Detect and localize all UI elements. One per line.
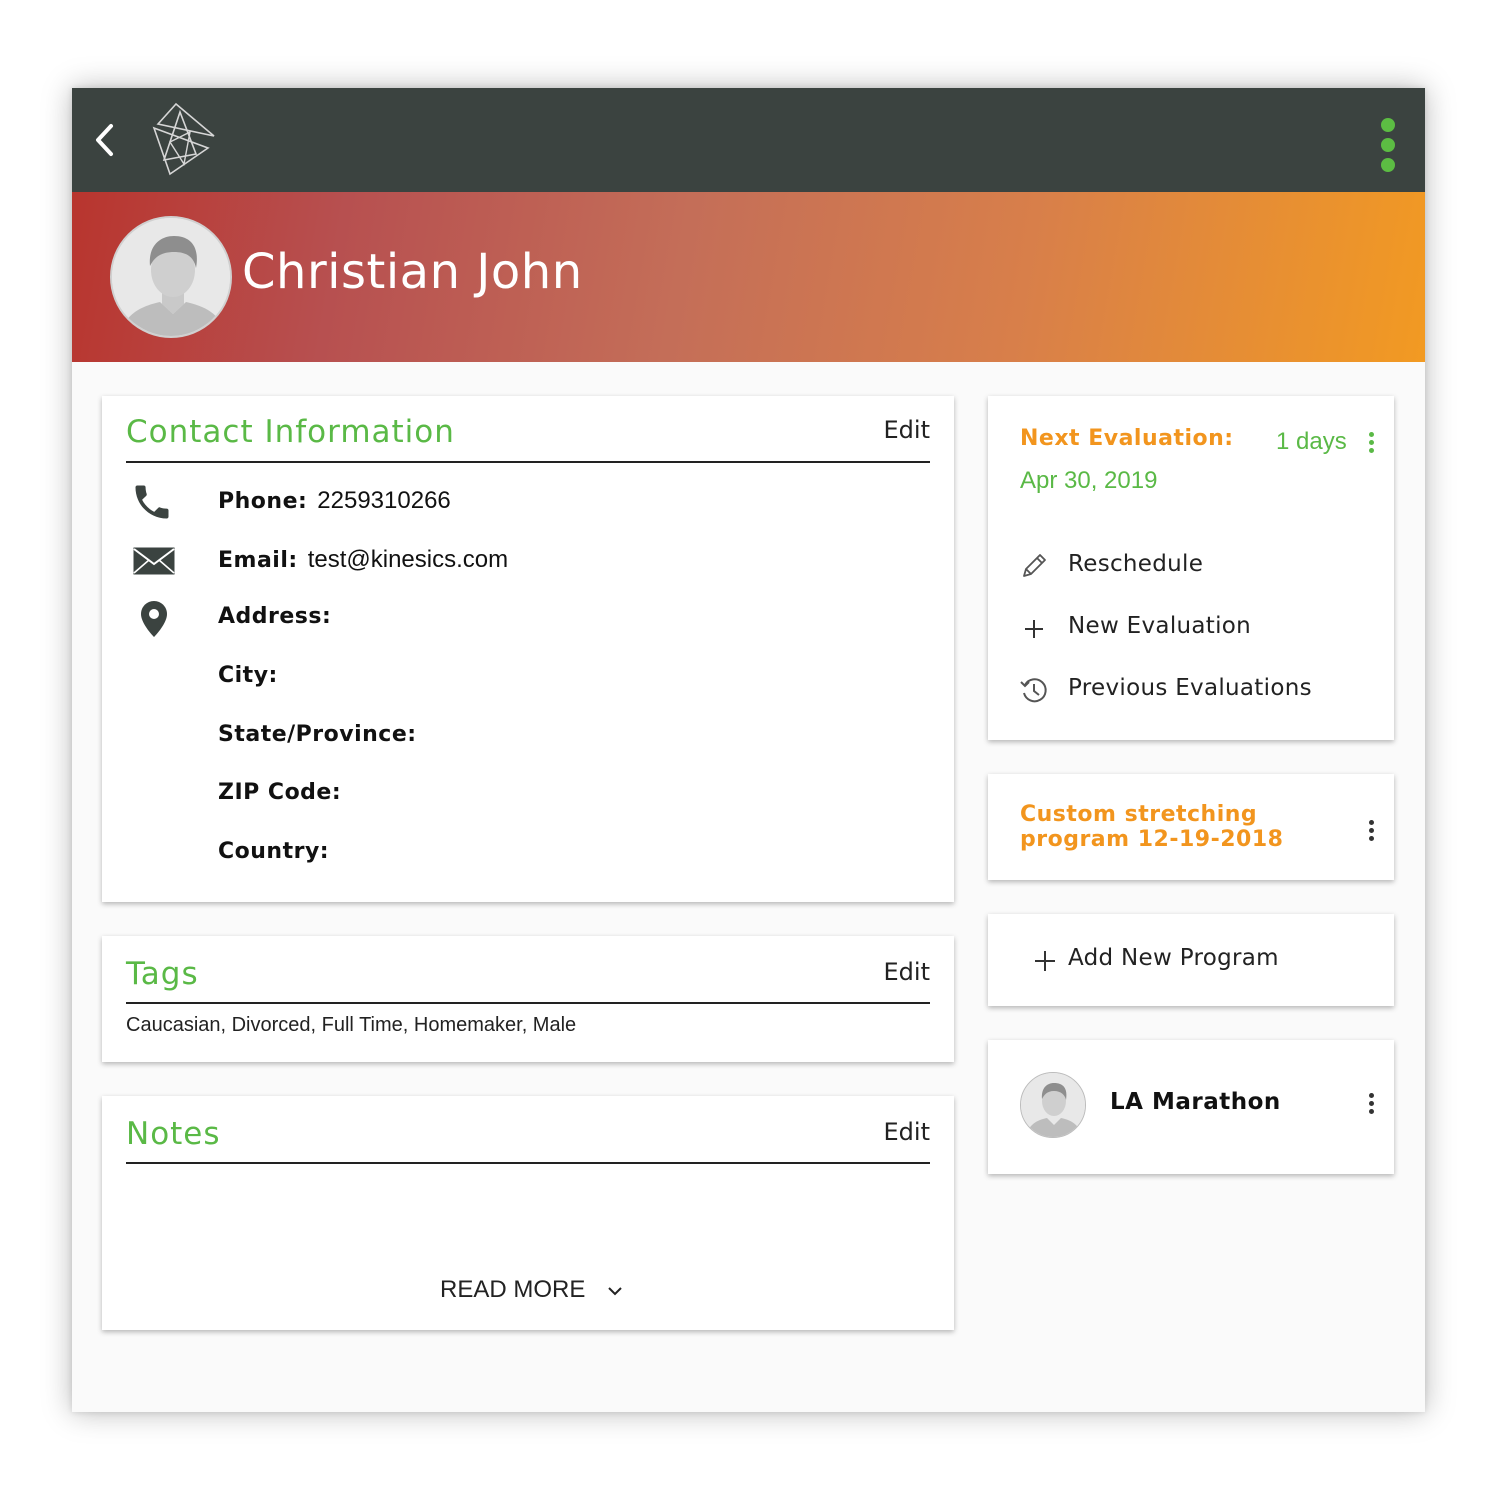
plus-icon xyxy=(1035,951,1055,971)
email-value: test@kinesics.com xyxy=(307,546,509,573)
country-label: Country: xyxy=(218,839,330,864)
phone-icon xyxy=(130,480,174,528)
new-evaluation-button[interactable]: New Evaluation xyxy=(1018,608,1358,648)
chevron-left-icon[interactable] xyxy=(84,118,128,162)
divider xyxy=(126,461,930,463)
evaluation-date: Apr 30, 2019 xyxy=(1020,467,1158,494)
reschedule-button[interactable]: Reschedule xyxy=(1018,546,1358,586)
patient-banner: Christian John xyxy=(72,192,1425,362)
email-label: Email: xyxy=(218,548,298,573)
pencil-icon xyxy=(1023,554,1046,577)
envelope-icon xyxy=(132,546,176,580)
notes-card-title: Notes xyxy=(126,1116,221,1152)
user-avatar-icon xyxy=(1020,1072,1086,1138)
history-icon xyxy=(1020,678,1047,703)
next-evaluation-label: Next Evaluation: xyxy=(1020,426,1234,451)
tags-card: Tags Edit Caucasian, Divorced, Full Time… xyxy=(102,936,954,1062)
kebab-menu-icon[interactable] xyxy=(1375,116,1401,174)
program-title: Custom stretching program 12-19-2018 xyxy=(1020,802,1284,852)
address-row: Address: xyxy=(218,604,331,629)
city-row: City: xyxy=(218,663,278,688)
zip-row: ZIP Code: xyxy=(218,780,341,805)
state-label: State/Province: xyxy=(218,722,417,747)
evaluation-card: Next Evaluation: 1 days Apr 30, 2019 Res… xyxy=(988,396,1394,740)
triangles-logo-icon xyxy=(150,102,216,178)
add-program-card[interactable]: Add New Program xyxy=(988,914,1394,1006)
goal-card[interactable]: LA Marathon xyxy=(988,1040,1394,1174)
evaluation-days: 1 days xyxy=(1276,428,1347,455)
contact-card-title: Contact Information xyxy=(126,414,455,450)
plus-icon xyxy=(1025,620,1043,638)
location-pin-icon xyxy=(140,600,168,642)
country-row: Country: xyxy=(218,839,329,864)
add-new-program-label: Add New Program xyxy=(1068,945,1279,971)
phone-label: Phone: xyxy=(218,489,308,514)
contact-edit-button[interactable]: Edit xyxy=(884,416,930,444)
top-bar xyxy=(72,88,1425,192)
previous-evaluations-label: Previous Evaluations xyxy=(1068,675,1312,701)
user-avatar-icon xyxy=(110,216,232,338)
goal-menu-icon[interactable] xyxy=(1362,1091,1382,1117)
new-evaluation-label: New Evaluation xyxy=(1068,613,1252,639)
state-row: State/Province: xyxy=(218,722,417,747)
contact-card: Contact Information Edit Phone: 225931026… xyxy=(102,396,954,902)
tags-list: Caucasian, Divorced, Full Time, Homemake… xyxy=(126,1014,577,1036)
address-label: Address: xyxy=(218,604,332,629)
program-card[interactable]: Custom stretching program 12-19-2018 xyxy=(988,774,1394,880)
tags-card-title: Tags xyxy=(126,956,199,992)
app-window: Christian John Contact Information Edit … xyxy=(72,88,1425,1412)
city-label: City: xyxy=(218,663,278,688)
zip-label: ZIP Code: xyxy=(218,780,342,805)
divider xyxy=(126,1162,930,1164)
previous-evaluations-button[interactable]: Previous Evaluations xyxy=(1018,670,1358,710)
chevron-down-icon xyxy=(608,1286,622,1296)
divider xyxy=(126,1002,930,1004)
read-more-label: READ MORE xyxy=(440,1276,586,1303)
phone-value: 2259310266 xyxy=(317,487,451,514)
notes-card: Notes Edit READ MORE xyxy=(102,1096,954,1330)
evaluation-menu-icon[interactable] xyxy=(1362,430,1382,456)
read-more-button[interactable]: READ MORE xyxy=(440,1276,624,1304)
notes-edit-button[interactable]: Edit xyxy=(884,1118,930,1146)
patient-name: Christian John xyxy=(242,244,583,300)
goal-title: LA Marathon xyxy=(1110,1089,1281,1115)
reschedule-label: Reschedule xyxy=(1068,551,1204,577)
tags-edit-button[interactable]: Edit xyxy=(884,958,930,986)
phone-row: Phone: 2259310266 xyxy=(218,487,451,515)
program-menu-icon[interactable] xyxy=(1362,818,1382,844)
email-row: Email: test@kinesics.com xyxy=(218,546,508,574)
